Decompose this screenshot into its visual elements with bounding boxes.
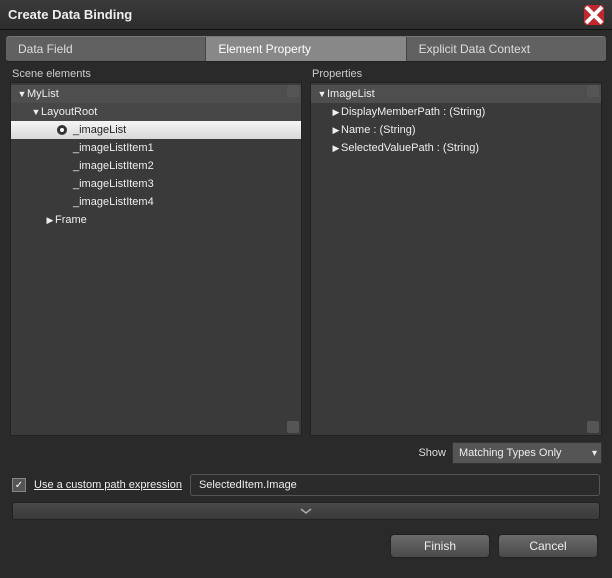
custom-path-checkbox[interactable]: ✓ (12, 478, 26, 492)
prop-row[interactable]: ▶ SelectedValuePath : (String) (311, 139, 601, 157)
tab-data-field[interactable]: Data Field (6, 37, 206, 61)
footer: Finish Cancel (0, 520, 612, 558)
scroll-up[interactable] (587, 85, 599, 97)
target-icon (55, 123, 69, 137)
prop-row[interactable]: ▶ DisplayMemberPath : (String) (311, 103, 601, 121)
tree-label: _imageListItem2 (73, 160, 154, 172)
title-bar: Create Data Binding (0, 0, 612, 30)
prop-row-root[interactable]: ▼ ImageList (311, 85, 601, 103)
scene-tree[interactable]: ▼ MyList ▼ LayoutRoot ▼ _imageList _imag… (10, 82, 302, 436)
scene-pane: Scene elements ▼ MyList ▼ LayoutRoot ▼ _… (10, 68, 302, 436)
chevron-down-icon: ▾ (592, 448, 597, 459)
cancel-button[interactable]: Cancel (498, 534, 598, 558)
tab-bar: Data Field Element Property Explicit Dat… (6, 36, 606, 62)
scroll-up[interactable] (287, 85, 299, 97)
tree-row-item[interactable]: _imageListItem3 (11, 175, 301, 193)
show-value: Matching Types Only (459, 447, 562, 459)
tree-label: _imageListItem3 (73, 178, 154, 190)
tree-label: Name : (String) (341, 124, 416, 136)
tree-row-item[interactable]: _imageListItem1 (11, 139, 301, 157)
expand-toggle[interactable] (12, 502, 600, 520)
show-label: Show (418, 447, 446, 459)
scroll-down[interactable] (287, 421, 299, 433)
scroll-down[interactable] (587, 421, 599, 433)
tree-label: _imageListItem4 (73, 196, 154, 208)
properties-pane: Properties ▼ ImageList ▶ DisplayMemberPa… (310, 68, 602, 436)
prop-row[interactable]: ▶ Name : (String) (311, 121, 601, 139)
expand-icon[interactable]: ▶ (45, 215, 55, 226)
expand-icon[interactable]: ▼ (317, 89, 327, 99)
expand-icon[interactable]: ▼ (31, 107, 41, 117)
expand-icon[interactable]: ▶ (331, 107, 341, 118)
tree-label: DisplayMemberPath : (String) (341, 106, 485, 118)
tab-element-property[interactable]: Element Property (206, 37, 406, 61)
tree-row-layoutroot[interactable]: ▼ LayoutRoot (11, 103, 301, 121)
properties-label: Properties (310, 68, 602, 80)
custom-path-input[interactable] (190, 474, 600, 496)
tree-label: LayoutRoot (41, 106, 97, 118)
tree-label: ImageList (327, 88, 375, 100)
tree-label: Frame (55, 214, 87, 226)
custom-path-row: ✓ Use a custom path expression (0, 464, 612, 502)
tree-row-mylist[interactable]: ▼ MyList (11, 85, 301, 103)
show-select[interactable]: Matching Types Only ▾ (452, 442, 602, 464)
properties-tree[interactable]: ▼ ImageList ▶ DisplayMemberPath : (Strin… (310, 82, 602, 436)
tab-explicit-context[interactable]: Explicit Data Context (407, 37, 606, 61)
tree-label: _imageListItem1 (73, 142, 154, 154)
tree-label: MyList (27, 88, 59, 100)
custom-path-label: Use a custom path expression (34, 479, 182, 491)
finish-button[interactable]: Finish (390, 534, 490, 558)
tree-label: _imageList (73, 124, 126, 136)
expand-icon[interactable]: ▼ (17, 89, 27, 99)
tree-label: SelectedValuePath : (String) (341, 142, 479, 154)
tree-row-frame[interactable]: ▶ Frame (11, 211, 301, 229)
tree-row-item[interactable]: _imageListItem2 (11, 157, 301, 175)
scene-label: Scene elements (10, 68, 302, 80)
expand-icon[interactable]: ▶ (331, 125, 341, 136)
close-button[interactable] (584, 5, 604, 25)
show-row: Show Matching Types Only ▾ (0, 436, 612, 464)
expand-icon[interactable]: ▶ (331, 143, 341, 154)
window-title: Create Data Binding (8, 7, 584, 22)
tree-row-item[interactable]: _imageListItem4 (11, 193, 301, 211)
tree-row-imagelist[interactable]: ▼ _imageList (11, 121, 301, 139)
